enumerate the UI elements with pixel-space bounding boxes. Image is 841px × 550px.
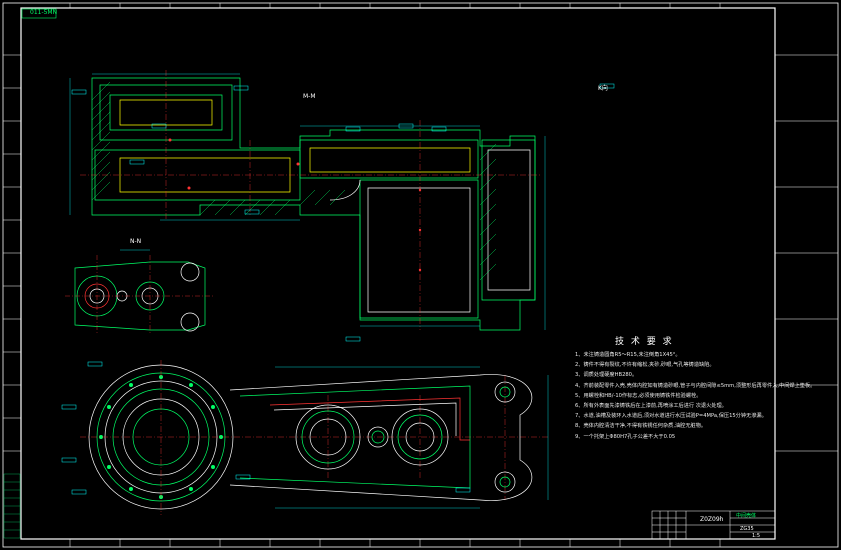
main-section-view xyxy=(69,70,615,342)
technical-requirements-title: 技 术 要 求 xyxy=(615,337,674,347)
requirement-item: 9、一个托架上Φ80H7孔子公差不大于0.05 xyxy=(575,433,676,440)
requirement-item: 4、齐前装配零件入壳,壳体内腔如有铸造砂眼,管子与内腔间隙≤5mm,须整形后再零… xyxy=(575,382,816,389)
requirement-item: 3、调质处理硬度HB280。 xyxy=(575,372,638,379)
inner-border xyxy=(20,7,776,540)
view-label-k: K向 xyxy=(598,85,608,92)
zone-ticks xyxy=(3,3,838,547)
requirement-item: 5、用螺栓和HB/-10作标志,必须使用铸铁件检验螺栓。 xyxy=(575,392,702,399)
requirement-item: 7、水道,油槽及装环入水道后,须对水道进行水压试验P=4MPa,保压15分钟无渗… xyxy=(575,413,767,420)
drawing-number-topleft: 011-5MN xyxy=(30,9,58,16)
cad-drawing-sheet xyxy=(2,2,839,548)
section-label-n: N-N xyxy=(130,238,142,245)
bottom-plan-view xyxy=(61,360,550,515)
revision-strip xyxy=(3,473,21,539)
title-block-scale: 1:5 xyxy=(752,533,761,539)
side-section-view xyxy=(65,249,215,335)
requirement-item: 1、未注铸造圆角R5～R15,未注倒角1X45°。 xyxy=(575,352,681,358)
technical-requirements: 技 术 要 求 1、未注铸造圆角R5～R15,未注倒角1X45°。 2、铸件不得… xyxy=(575,334,815,442)
title-block-material: ZG35 xyxy=(740,526,754,532)
section-label-m: M-M xyxy=(303,93,316,100)
title-block-drawing-code: Z0Z09h xyxy=(700,516,724,523)
requirement-item: 2、铸件不得有裂纹,不许有缩松,夹砂,砂眼,气孔等铸造缺陷。 xyxy=(575,362,715,369)
outer-border xyxy=(2,2,839,548)
requirement-item: 6、所有外表面先漆铸铁后在上漆前,再喷涂工后进行 次退火处理。 xyxy=(575,403,727,410)
title-block-part-name: 中间壳体 xyxy=(736,513,757,519)
technical-requirements-list: 1、未注铸造圆角R5～R15,未注倒角1X45°。 2、铸件不得有裂纹,不许有缩… xyxy=(575,350,815,442)
requirement-item: 8、壳体内腔清洁干净,不得有铁锈任何杂质,油腔无脏物。 xyxy=(575,423,707,430)
